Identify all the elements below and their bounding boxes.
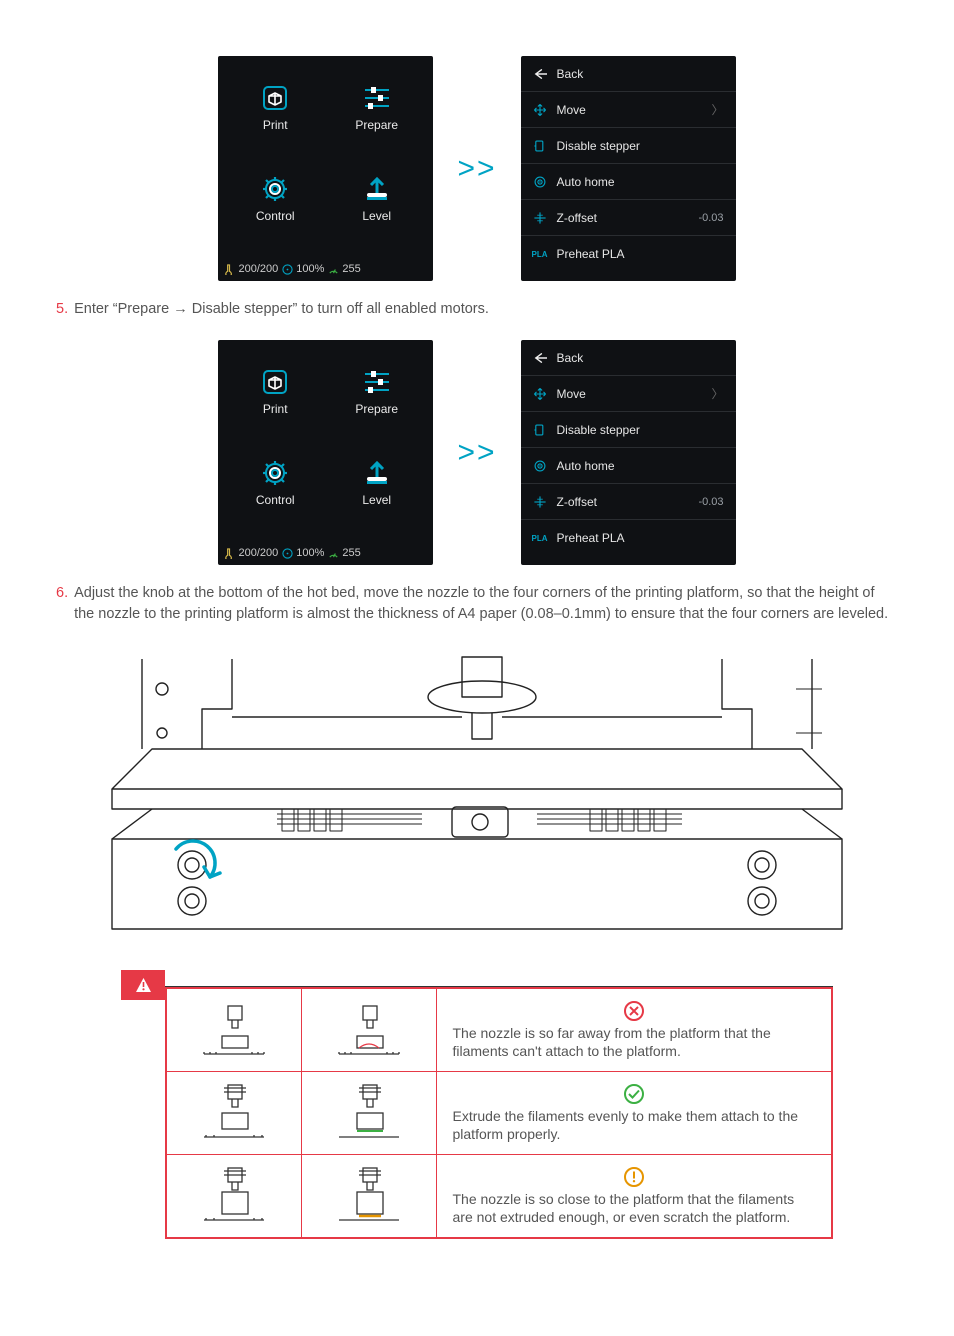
row-move[interactable]: Move〉 (521, 376, 736, 412)
speed-icon (328, 264, 339, 275)
row-move[interactable]: Move 〉 (521, 92, 736, 128)
thermometer-icon (224, 548, 235, 559)
warning-row-good: Extrude the filaments evenly to make the… (166, 1072, 832, 1155)
row-auto-home[interactable]: Auto home (521, 448, 736, 484)
prepare-menu-screen: Back Move 〉 Disable stepper Auto home Z-… (521, 56, 736, 281)
step-6: 6. Adjust the knob at the bottom of the … (56, 583, 898, 625)
row-disable-stepper-label: Disable stepper (557, 139, 724, 153)
warning-block: The nozzle is so far away from the platf… (121, 973, 833, 1239)
target-icon (533, 459, 547, 473)
nozzle-far-diagram-icon (329, 1000, 409, 1060)
warning-text-good: Extrude the filaments evenly to make the… (453, 1107, 816, 1143)
arrow-separator: >> (457, 152, 496, 186)
thermometer-icon (224, 264, 235, 275)
cube-icon (261, 84, 289, 112)
row-zoffset-value: -0.03 (698, 212, 723, 224)
row-auto-home[interactable]: Auto home (521, 164, 736, 200)
tile-control-label: Control (256, 209, 295, 223)
row-zoffset[interactable]: Z-offset -0.03 (521, 200, 736, 236)
fan-icon (282, 548, 293, 559)
status-fan: 100% (296, 263, 324, 275)
tile-prepare[interactable]: Prepare (326, 346, 428, 437)
step-5-number: 5. (56, 299, 68, 320)
crosshair-icon (533, 211, 547, 225)
fan-icon (282, 264, 293, 275)
status-bar: 200/200 100% 255 (224, 263, 427, 275)
row-preheat-pla[interactable]: PLA Preheat PLA (521, 236, 736, 272)
move-icon (533, 387, 547, 401)
nozzle-far-diagram-icon (194, 1000, 274, 1060)
row-preheat-pla-label: Preheat PLA (557, 247, 724, 261)
tile-prepare-label: Prepare (355, 118, 398, 132)
sliders-icon (363, 368, 391, 396)
sliders-icon (363, 84, 391, 112)
row-preheat-pla[interactable]: PLAPreheat PLA (521, 520, 736, 556)
error-circle-icon (623, 1000, 645, 1022)
row-back[interactable]: Back (521, 56, 736, 92)
level-icon (363, 175, 391, 203)
warning-header-strip (165, 973, 833, 987)
tile-print[interactable]: Print (224, 346, 326, 437)
status-bar: 200/200 100% 255 (224, 547, 427, 559)
row-back-label: Back (557, 67, 724, 81)
tile-prepare[interactable]: Prepare (326, 62, 428, 153)
tile-control[interactable]: Control (224, 437, 326, 528)
level-icon (363, 459, 391, 487)
row-zoffset[interactable]: Z-offset-0.03 (521, 484, 736, 520)
chevron-right-icon: 〉 (712, 101, 724, 118)
warning-text-close: The nozzle is so close to the platform t… (453, 1190, 816, 1226)
warning-tab (121, 970, 165, 1000)
speed-icon (328, 548, 339, 559)
home-screen-2: Print Prepare Control Level 200/200 100%… (218, 340, 433, 565)
gear-icon (261, 459, 289, 487)
chevron-right-icon: 〉 (712, 385, 724, 402)
back-arrow-icon (533, 67, 547, 81)
pla-tag-icon: PLA (533, 531, 547, 545)
nozzle-close-diagram-icon (329, 1166, 409, 1226)
screen-pair-2: Print Prepare Control Level 200/200 100%… (56, 340, 898, 565)
tile-control[interactable]: Control (224, 153, 326, 244)
row-zoffset-label: Z-offset (557, 211, 689, 225)
screen-pair-1: Print Prepare Control Level 200/200 100%… (56, 56, 898, 281)
tile-level[interactable]: Level (326, 437, 428, 528)
warning-table: The nozzle is so far away from the platf… (165, 987, 833, 1239)
tile-level-label: Level (362, 209, 391, 223)
caution-circle-icon (623, 1166, 645, 1188)
pla-tag-icon: PLA (533, 247, 547, 261)
nozzle-ok-diagram-icon (194, 1083, 274, 1143)
row-disable-stepper[interactable]: Disable stepper (521, 128, 736, 164)
nozzle-ok-diagram-icon (329, 1083, 409, 1143)
move-icon (533, 103, 547, 117)
tile-level[interactable]: Level (326, 153, 428, 244)
prepare-menu-screen-2: Back Move〉 Disable stepper Auto home Z-o… (521, 340, 736, 565)
printer-illustration (82, 649, 872, 939)
warning-triangle-icon (135, 977, 152, 994)
step-6-number: 6. (56, 583, 68, 625)
check-circle-icon (623, 1083, 645, 1105)
step-6-text: Adjust the knob at the bottom of the hot… (74, 583, 898, 625)
row-back[interactable]: Back (521, 340, 736, 376)
warning-row-far: The nozzle is so far away from the platf… (166, 988, 832, 1072)
warning-row-close: The nozzle is so close to the platform t… (166, 1155, 832, 1239)
nozzle-close-diagram-icon (194, 1166, 274, 1226)
step-5-text: Enter “Prepare → Disable stepper” to tur… (74, 299, 898, 320)
cube-icon (261, 368, 289, 396)
back-arrow-icon (533, 351, 547, 365)
gear-icon (261, 175, 289, 203)
motor-icon (533, 423, 547, 437)
motor-icon (533, 139, 547, 153)
crosshair-icon (533, 495, 547, 509)
status-temp: 200/200 (238, 263, 278, 275)
tile-print[interactable]: Print (224, 62, 326, 153)
status-speed: 255 (342, 263, 360, 275)
warning-text-far: The nozzle is so far away from the platf… (453, 1024, 816, 1060)
tile-print-label: Print (263, 118, 288, 132)
arrow-separator: >> (457, 436, 496, 470)
row-disable-stepper[interactable]: Disable stepper (521, 412, 736, 448)
target-icon (533, 175, 547, 189)
row-move-label: Move (557, 103, 702, 117)
home-screen: Print Prepare Control Level 200/200 100%… (218, 56, 433, 281)
step-5: 5. Enter “Prepare → Disable stepper” to … (56, 299, 898, 320)
row-auto-home-label: Auto home (557, 175, 724, 189)
